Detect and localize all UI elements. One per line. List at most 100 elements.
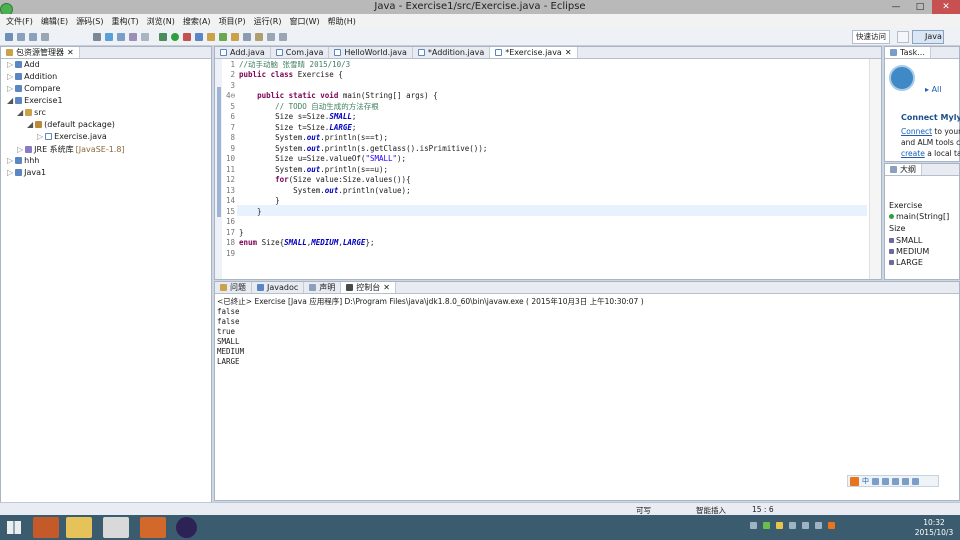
code-line[interactable]: 15 } [223, 206, 262, 217]
tree-item-exercise-java[interactable]: ▷ Exercise.java [37, 132, 107, 141]
open-perspective-icon[interactable] [897, 31, 909, 43]
tab-com-java[interactable]: Com.java [271, 47, 330, 58]
new-class-icon[interactable] [219, 32, 227, 41]
code-line[interactable]: 4⊖ public static void main(String[] args… [223, 91, 438, 102]
tray-security-icon[interactable] [763, 522, 770, 529]
code-line[interactable]: 1 //动手动脑 张雪晴 2015/10/3 [223, 59, 350, 70]
expand-arrow-icon[interactable]: ▷ [7, 60, 13, 69]
outline-item-size[interactable]: Size [889, 224, 905, 233]
tab-exercise-java[interactable]: *Exercise.java ✕ [490, 47, 578, 58]
mark-occurrences-icon[interactable] [117, 32, 125, 41]
tray-arrow-icon[interactable] [750, 522, 757, 529]
file-explorer-icon[interactable] [66, 517, 92, 538]
menu-help[interactable]: 帮助(H) [328, 16, 356, 27]
code-line[interactable]: 18 enum Size{SMALL,MEDIUM,LARGE}; [223, 238, 375, 249]
console-output[interactable]: false false true SMALL MEDIUM LARGE [217, 307, 244, 367]
java-perspective-button[interactable]: Java [912, 30, 944, 44]
tab-javadoc[interactable]: Javadoc [252, 282, 305, 293]
code-line[interactable]: 11 System.out.println(s==u); [223, 164, 388, 175]
outline-item-large[interactable]: LARGE [889, 258, 923, 267]
save-all-icon[interactable] [29, 32, 37, 41]
menu-navigate[interactable]: 浏览(N) [147, 16, 175, 27]
tab-task-list[interactable]: Task... [885, 47, 931, 58]
eclipse-taskbar-icon[interactable] [176, 517, 197, 538]
forward-icon[interactable] [279, 32, 287, 41]
menu-file[interactable]: 文件(F) [6, 16, 33, 27]
menu-project[interactable]: 项目(P) [219, 16, 246, 27]
code-line[interactable]: 17} [223, 227, 244, 238]
expand-arrow-icon[interactable]: ▷ [7, 156, 13, 165]
code-line[interactable]: 2 public class Exercise { [223, 70, 342, 81]
code-line[interactable]: 14 } [223, 196, 280, 207]
tray-ime-icon[interactable] [828, 522, 835, 529]
expand-arrow-icon[interactable]: ▷ [17, 145, 23, 154]
tab-problems[interactable]: 问题 [215, 282, 252, 293]
code-line[interactable]: 19 [223, 248, 239, 259]
menu-window[interactable]: 窗口(W) [289, 16, 319, 27]
code-line[interactable]: 10 Size u=Size.valueOf("SMALL"); [223, 154, 406, 165]
tab-console[interactable]: 控制台 ✕ [341, 282, 396, 293]
code-line[interactable]: 12 for(Size value:Size.values()){ [223, 175, 411, 186]
outline-item-small[interactable]: SMALL [889, 236, 922, 245]
expand-arrow-icon[interactable]: ▷ [7, 168, 13, 177]
ime-language[interactable]: 中 [862, 476, 869, 486]
back-icon[interactable] [267, 32, 275, 41]
tree-item-addition[interactable]: ▷ Addition [7, 72, 57, 81]
ime-keyboard-icon[interactable] [892, 477, 899, 485]
outline-item-medium[interactable]: MEDIUM [889, 247, 929, 256]
quick-access-field[interactable]: 快速访问 [852, 30, 890, 44]
tray-network-icon[interactable] [789, 522, 796, 529]
code-line[interactable]: 5 // TODO 自动生成的方法存根 [223, 101, 378, 112]
ime-toolbar[interactable]: 中 [847, 475, 939, 487]
minimize-button[interactable]: — [884, 0, 908, 14]
windows-start-icon[interactable] [7, 521, 21, 534]
powerpoint-icon[interactable] [140, 517, 166, 538]
editor-scrollbar[interactable] [869, 59, 881, 279]
tab-package-explorer[interactable]: 包资源管理器 ✕ [1, 47, 80, 58]
expand-arrow-icon[interactable]: ▷ [37, 132, 43, 141]
new-java-project-icon[interactable] [195, 32, 203, 41]
collapse-arrow-icon[interactable]: ◢ [7, 96, 13, 105]
collapse-arrow-icon[interactable]: ◢ [17, 108, 23, 117]
tree-item-add[interactable]: ▷ Add [7, 60, 40, 69]
tray-battery-icon[interactable] [815, 522, 822, 529]
outline-item-exercise[interactable]: Exercise [889, 201, 922, 210]
code-line[interactable]: 7 Size t=Size.LARGE; [223, 122, 356, 133]
tab-addition-java[interactable]: *Addition.java [413, 47, 491, 58]
menu-refactor[interactable]: 重构(T) [111, 16, 138, 27]
tab-declaration[interactable]: 声明 [304, 282, 342, 293]
tray-icons[interactable] [750, 522, 910, 533]
tree-item-src[interactable]: ◢ src [17, 108, 46, 117]
ime-mode-icon[interactable] [872, 477, 879, 485]
skip-breakpoints-icon[interactable] [93, 32, 101, 41]
taskbar-app-icon[interactable] [33, 517, 59, 538]
close-tab-icon[interactable]: ✕ [383, 282, 390, 293]
code-line[interactable]: 6 Size s=Size.SMALL; [223, 112, 356, 123]
run-icon[interactable] [171, 32, 179, 41]
annotation-icon[interactable] [255, 32, 263, 41]
external-tools-icon[interactable] [183, 32, 191, 41]
edit-icon[interactable] [129, 32, 137, 41]
tab-helloworld-java[interactable]: HelloWorld.java [329, 47, 413, 58]
clock[interactable]: 10:32 2015/10/3 [912, 518, 956, 538]
tray-app-icon[interactable] [776, 522, 783, 529]
create-link[interactable]: create [901, 149, 925, 158]
close-button[interactable]: ✕ [932, 0, 960, 14]
ime-settings-icon[interactable] [912, 477, 919, 485]
store-icon[interactable] [103, 517, 129, 538]
ime-user-icon[interactable] [902, 477, 909, 485]
open-type-icon[interactable] [231, 32, 239, 41]
ime-punct-icon[interactable] [882, 477, 889, 485]
code-line[interactable]: 13 System.out.println(value); [223, 185, 411, 196]
tree-item-java1[interactable]: ▷ Java1 [7, 168, 46, 177]
tree-item-hhh[interactable]: ▷ hhh [7, 156, 39, 165]
new-icon[interactable] [5, 32, 13, 41]
expand-arrow-icon[interactable]: ▷ [7, 72, 13, 81]
print-icon[interactable] [41, 32, 49, 41]
block-icon[interactable] [141, 32, 149, 41]
debug-icon[interactable] [159, 32, 167, 41]
connect-link[interactable]: Connect [901, 127, 932, 136]
menu-run[interactable]: 运行(R) [254, 16, 282, 27]
tree-item-exercise1[interactable]: ◢ Exercise1 [7, 96, 63, 105]
close-tab-icon[interactable]: ✕ [67, 47, 74, 58]
